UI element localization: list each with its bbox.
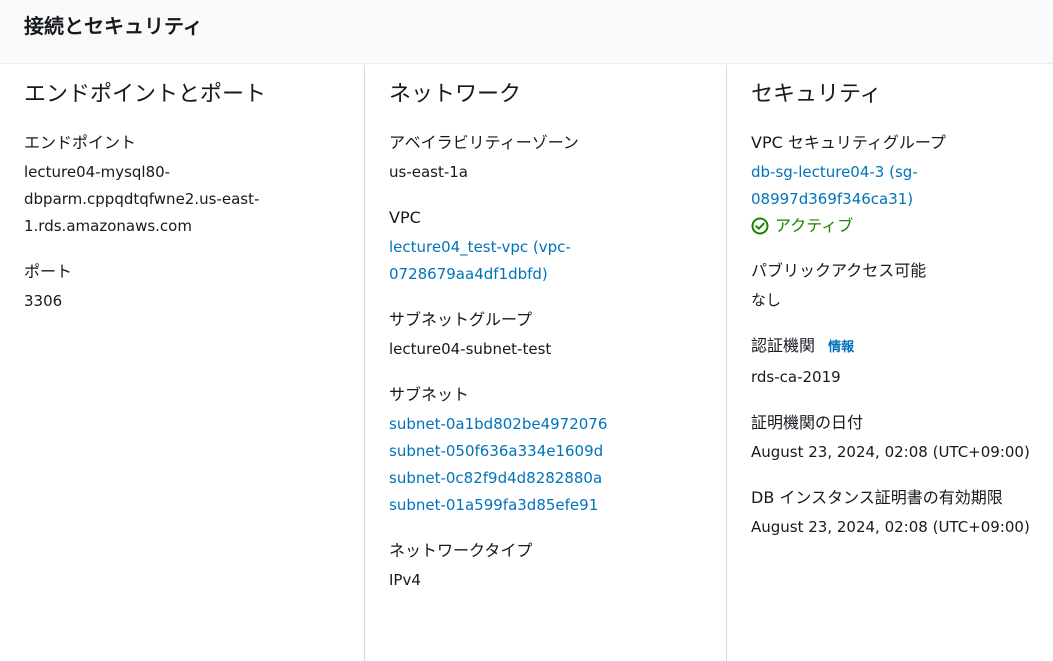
subnet-list: subnet-0a1bd802be4972076 subnet-050f636a… — [389, 411, 703, 519]
endpoint-value-line: dbparm.cppqdtqfwne2.us-east- — [24, 190, 260, 208]
subnet-link[interactable]: subnet-01a599fa3d85efe91 — [389, 492, 703, 519]
subnet-link[interactable]: subnet-050f636a334e1609d — [389, 438, 703, 465]
endpoint-label: エンドポイント — [24, 133, 137, 152]
public-access-field: パブリックアクセス可能 なし — [751, 259, 1053, 314]
security-group-link[interactable]: db-sg-lecture04-3 (sg- 08997d369f346ca31… — [751, 159, 1053, 213]
ca-date-value: August 23, 2024, 02:08 (UTC+09:00) — [751, 443, 1030, 461]
endpoint-value-line: lecture04-mysql80- — [24, 163, 171, 181]
vpc-link[interactable]: lecture04_test-vpc (vpc- 0728679aa4df1db… — [389, 234, 703, 288]
az-value: us-east-1a — [389, 163, 468, 181]
subnets-label: サブネット — [389, 385, 470, 404]
vpc-field: VPC lecture04_test-vpc (vpc- 0728679aa4d… — [389, 206, 703, 288]
subnet-group-field: サブネットグループ lecture04-subnet-test — [389, 308, 703, 363]
section-title: 接続とセキュリティ — [24, 14, 203, 38]
security-column: セキュリティ VPC セキュリティグループ db-sg-lecture04-3 … — [726, 65, 1053, 661]
network-column: ネットワーク アベイラビリティーゾーン us-east-1a VPC lectu… — [364, 65, 703, 661]
subnet-link[interactable]: subnet-0c82f9d4d8282880a — [389, 465, 703, 492]
endpoint-port-title: エンドポイントとポート — [24, 82, 267, 107]
subnets-field: サブネット subnet-0a1bd802be4972076 subnet-05… — [389, 383, 703, 519]
cert-expiry-field: DB インスタンス証明書の有効期限 August 23, 2024, 02:08… — [751, 486, 1053, 541]
status-text: アクティブ — [775, 216, 854, 235]
security-title: セキュリティ — [751, 82, 882, 107]
endpoint-field: エンドポイント lecture04-mysql80- dbparm.cppqdt… — [24, 131, 338, 240]
network-type-field: ネットワークタイプ IPv4 — [389, 539, 703, 594]
certificate-authority-label-row: 認証機関 情報 — [751, 334, 1053, 360]
az-label: アベイラビリティーゾーン — [389, 133, 579, 152]
vpc-label: VPC — [389, 208, 421, 227]
certificate-authority-label: 認証機関 — [751, 336, 816, 355]
certificate-authority-value: rds-ca-2019 — [751, 368, 841, 386]
network-type-value: IPv4 — [389, 571, 421, 589]
check-circle-icon — [751, 217, 769, 235]
port-field: ポート 3306 — [24, 260, 338, 315]
security-group-link-line[interactable]: db-sg-lecture04-3 (sg- — [751, 159, 1053, 186]
security-group-status: アクティブ — [751, 213, 1053, 239]
cert-expiry-label: DB インスタンス証明書の有効期限 — [751, 488, 1003, 507]
section-header: 接続とセキュリティ — [0, 0, 1053, 64]
public-access-value: なし — [751, 291, 782, 309]
subnet-link[interactable]: subnet-0a1bd802be4972076 — [389, 411, 703, 438]
network-title: ネットワーク — [389, 82, 522, 107]
info-link[interactable]: 情報 — [828, 340, 854, 355]
ca-date-field: 証明機関の日付 August 23, 2024, 02:08 (UTC+09:0… — [751, 411, 1053, 466]
port-value: 3306 — [24, 292, 63, 310]
endpoint-port-column: エンドポイントとポート エンドポイント lecture04-mysql80- d… — [0, 65, 338, 661]
subnet-group-value: lecture04-subnet-test — [389, 340, 552, 358]
cert-expiry-value: August 23, 2024, 02:08 (UTC+09:00) — [751, 518, 1030, 536]
certificate-authority-field: 認証機関 情報 rds-ca-2019 — [751, 334, 1053, 391]
security-group-link-line[interactable]: 08997d369f346ca31) — [751, 186, 1053, 213]
az-field: アベイラビリティーゾーン us-east-1a — [389, 131, 703, 186]
vpc-link-line[interactable]: 0728679aa4df1dbfd) — [389, 261, 703, 288]
endpoint-value[interactable]: lecture04-mysql80- dbparm.cppqdtqfwne2.u… — [24, 159, 338, 240]
security-group-field: VPC セキュリティグループ db-sg-lecture04-3 (sg- 08… — [751, 131, 1053, 239]
vpc-link-line[interactable]: lecture04_test-vpc (vpc- — [389, 234, 703, 261]
endpoint-value-line: 1.rds.amazonaws.com — [24, 217, 192, 235]
subnet-group-label: サブネットグループ — [389, 310, 533, 329]
port-label: ポート — [24, 262, 73, 281]
security-group-label: VPC セキュリティグループ — [751, 133, 946, 152]
network-type-label: ネットワークタイプ — [389, 541, 533, 560]
public-access-label: パブリックアクセス可能 — [751, 261, 927, 280]
ca-date-label: 証明機関の日付 — [751, 413, 864, 432]
